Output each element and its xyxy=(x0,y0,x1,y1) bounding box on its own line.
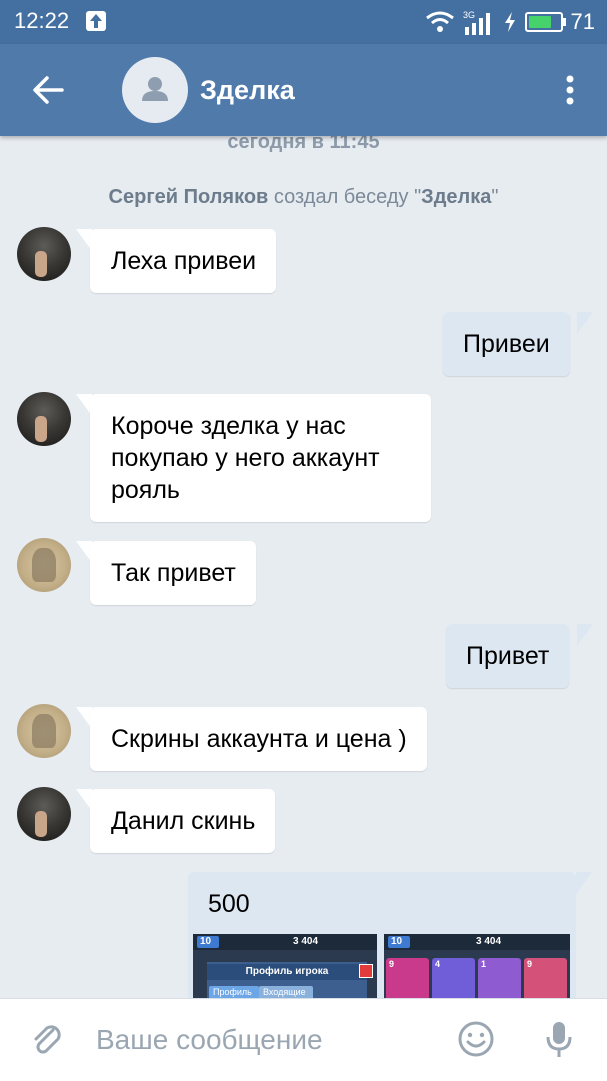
message-bubble-incoming[interactable]: Леха привеи xyxy=(90,229,277,293)
game-top-bar xyxy=(193,934,377,950)
wifi-icon xyxy=(425,11,454,32)
profile-tab: Профиль xyxy=(209,986,259,998)
message-text-line: рояль xyxy=(111,476,180,504)
system-message-chat-name: Зделка xyxy=(421,186,492,208)
chat-title[interactable]: Зделка xyxy=(200,75,295,106)
mic-icon[interactable] xyxy=(544,1019,574,1059)
coins-value: 3 404 xyxy=(293,936,319,947)
attach-icon[interactable] xyxy=(28,1021,66,1059)
message-text: Привет xyxy=(466,642,550,670)
sender-avatar[interactable] xyxy=(17,227,71,281)
more-vert-icon[interactable] xyxy=(556,70,584,110)
sender-avatar[interactable] xyxy=(17,538,71,592)
message-bubble-outgoing[interactable]: Привеи xyxy=(443,312,570,376)
message-text: Скрины аккаунта и цена ) xyxy=(111,725,407,753)
message-text: Данил скинь xyxy=(111,807,256,835)
bubble-tail xyxy=(576,872,592,894)
level-badge: 10 xyxy=(197,936,219,948)
profile-panel-title: Профиль игрока xyxy=(207,964,367,980)
battery-percent: 71 xyxy=(570,9,595,34)
sender-avatar[interactable] xyxy=(17,392,71,446)
attached-screenshot[interactable]: 10 3 404 Профиль игрока Профиль Входящие xyxy=(193,934,377,998)
status-time: 12:22 xyxy=(14,8,70,33)
sender-avatar[interactable] xyxy=(17,787,71,841)
system-message: Сергей Поляков создал беседу "Зделка" xyxy=(108,186,499,208)
battery-icon xyxy=(524,12,566,32)
message-text-line: Короче зделка у нас xyxy=(111,412,346,440)
upload-notification-icon xyxy=(86,11,106,31)
date-separator: сегодня в 11:45 xyxy=(227,136,380,153)
level-value: 10 xyxy=(200,936,212,947)
coins-value: 3 404 xyxy=(476,936,502,947)
charging-icon xyxy=(504,12,515,32)
game-card: 9 xyxy=(386,958,429,998)
level-badge: 10 xyxy=(388,936,410,948)
inbox-tab: Входящие xyxy=(259,986,313,998)
message-bubble-incoming[interactable]: Данил скинь xyxy=(90,789,276,853)
svg-text:3G: 3G xyxy=(463,10,475,20)
bubble-tail xyxy=(577,312,593,334)
message-bubble-outgoing[interactable]: Привет xyxy=(446,624,570,688)
game-card: 4 xyxy=(432,958,475,998)
game-card: 9 xyxy=(524,958,567,998)
message-text-line: покупаю у него аккаунт xyxy=(111,444,380,472)
system-message-action: создал беседу xyxy=(273,186,409,208)
message-bubble-incoming[interactable]: Короче зделка у нас покупаю у него аккау… xyxy=(90,394,431,522)
attached-screenshot[interactable]: 10 3 404 9 4 1 9 xyxy=(384,934,570,998)
level-value: 10 xyxy=(391,936,403,947)
message-text: Леха привеи xyxy=(111,247,257,275)
game-card: 1 xyxy=(478,958,521,998)
status-indicators: 3G 71 xyxy=(425,8,595,36)
close-icon xyxy=(359,964,373,978)
system-message-author[interactable]: Сергей Поляков xyxy=(109,186,269,208)
message-bubble-incoming[interactable]: Скрины аккаунта и цена ) xyxy=(90,707,427,771)
message-list[interactable]: сегодня в 11:45 Сергей Поляков создал бе… xyxy=(0,136,607,998)
sender-avatar[interactable] xyxy=(17,704,71,758)
chat-header: Зделка xyxy=(0,44,607,136)
signal-icon: 3G xyxy=(463,10,490,35)
group-avatar[interactable] xyxy=(122,57,188,123)
message-bubble-outgoing-attachment[interactable]: 500 10 3 404 Профиль игрока Профиль Вход… xyxy=(188,872,576,998)
bubble-tail xyxy=(577,624,593,646)
message-bubble-incoming[interactable]: Так привет xyxy=(90,541,256,605)
message-text: 500 xyxy=(208,890,250,918)
message-text: Привеи xyxy=(463,330,550,358)
message-input[interactable]: Ваше сообщение xyxy=(96,1024,323,1056)
user-silhouette-icon xyxy=(142,77,168,101)
message-input-bar: Ваше сообщение xyxy=(0,998,607,1081)
emoji-icon[interactable] xyxy=(456,1019,496,1059)
status-bar: 12:22 3G 71 xyxy=(0,0,607,44)
back-arrow-icon[interactable] xyxy=(28,70,68,110)
message-text: Так привет xyxy=(111,559,236,587)
